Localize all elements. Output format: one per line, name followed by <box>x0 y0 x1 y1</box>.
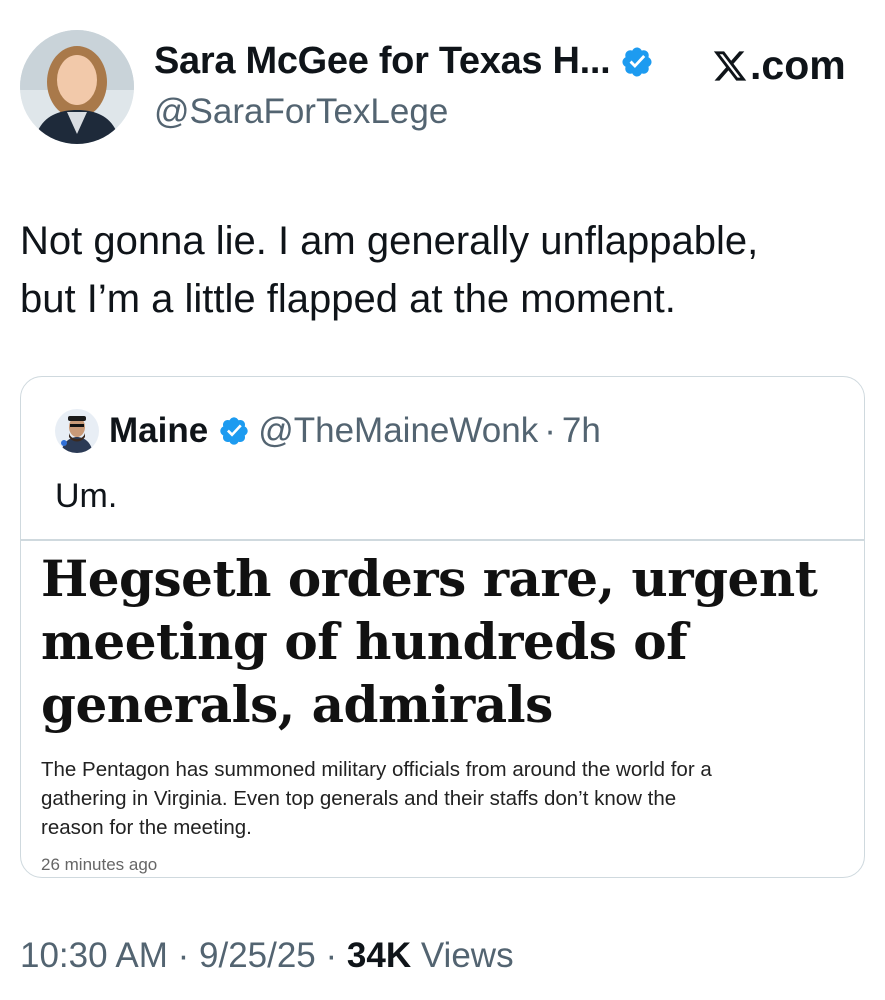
tweet-meta: 10:30 AM · 9/25/25 · 34K Views <box>20 936 514 976</box>
separator-dot: · <box>315 936 347 975</box>
author-name-text[interactable]: Sara McGee for Texas H... <box>154 40 611 83</box>
views-count: 34K <box>346 936 412 975</box>
views-label: Views <box>411 936 514 975</box>
verified-badge-icon <box>220 417 248 445</box>
brand-label: .com <box>750 42 846 88</box>
x-logo-icon <box>713 50 747 81</box>
tweet-text-line: Not gonna lie. I am generally unflappabl… <box>20 219 759 263</box>
x-brand-watermark: .com <box>712 42 846 89</box>
tweet-text: Not gonna lie. I am generally unflappabl… <box>20 212 860 328</box>
article-timestamp: 26 minutes ago <box>41 855 158 874</box>
quote-header: Maine @TheMaineWonk · 7h <box>109 411 601 451</box>
article-summary-line: The Pentagon has summoned military offic… <box>41 758 712 781</box>
tweet-date[interactable]: 9/25/25 <box>199 936 316 975</box>
article-summary: The Pentagon has summoned military offic… <box>41 755 841 842</box>
author-avatar[interactable] <box>20 30 134 144</box>
quote-divider <box>21 539 864 541</box>
quote-author-avatar[interactable] <box>55 409 99 453</box>
quote-author-name[interactable]: Maine <box>109 411 208 451</box>
verified-badge-icon <box>622 46 652 77</box>
quote-avatar-photo <box>55 409 99 453</box>
quoted-tweet-card[interactable]: Maine @TheMaineWonk · 7h Um. Hegseth ord… <box>20 376 865 878</box>
quote-timestamp[interactable]: 7h <box>562 411 601 451</box>
avatar-photo <box>20 30 134 144</box>
quote-author-handle[interactable]: @TheMaineWonk <box>258 411 538 451</box>
article-summary-line: gathering in Virginia. Even top generals… <box>41 787 677 810</box>
article-headline-line: generals, admirals <box>41 675 553 734</box>
author-handle[interactable]: @SaraForTexLege <box>154 92 448 132</box>
tweet-text-line: but I’m a little flapped at the moment. <box>20 277 676 321</box>
article-summary-line: reason for the meeting. <box>41 816 252 839</box>
separator-dot: · <box>167 936 199 975</box>
article-headline-line: Hegseth orders rare, urgent <box>41 549 818 608</box>
article-headline: Hegseth orders rare, urgent meeting of h… <box>41 547 841 736</box>
quote-text: Um. <box>55 477 118 515</box>
article-headline-line: meeting of hundreds of <box>41 612 688 671</box>
author-display-name[interactable]: Sara McGee for Texas H... <box>154 40 654 83</box>
tweet-time[interactable]: 10:30 AM <box>20 936 168 975</box>
separator-dot: · <box>544 411 556 450</box>
